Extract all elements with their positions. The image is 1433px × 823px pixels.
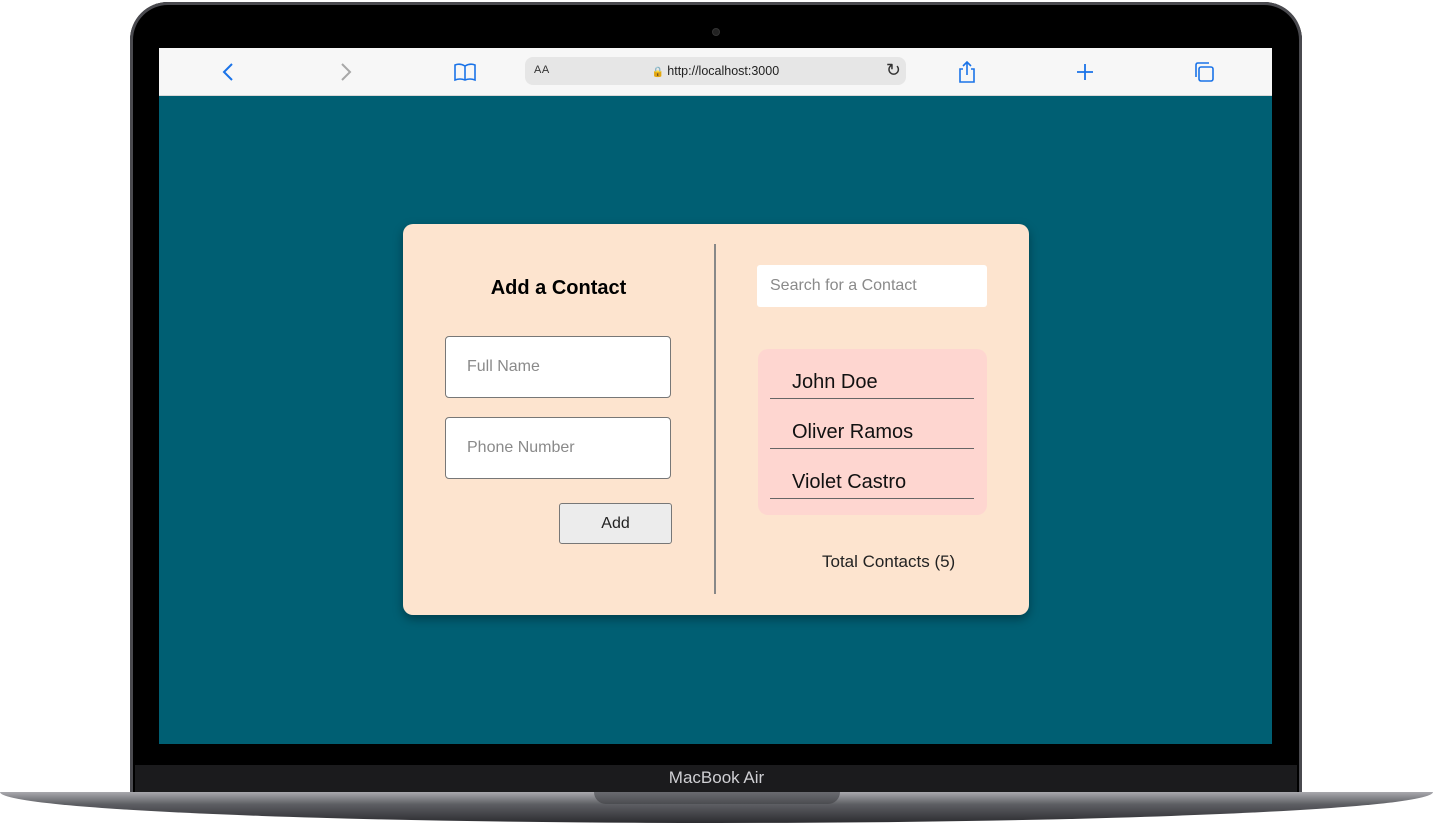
list-item[interactable]: John Doe bbox=[770, 365, 974, 399]
address-bar[interactable]: AA 🔒 http://localhost:3000 ↻ bbox=[525, 57, 906, 85]
share-icon bbox=[959, 61, 975, 83]
url-text: http://localhost:3000 bbox=[667, 64, 780, 78]
camera-icon bbox=[713, 29, 719, 35]
bookmarks-button[interactable] bbox=[452, 59, 478, 85]
full-name-input[interactable] bbox=[445, 336, 671, 398]
list-item[interactable]: Oliver Ramos bbox=[770, 415, 974, 449]
url-text-wrapper: 🔒 http://localhost:3000 bbox=[525, 64, 906, 78]
tabs-icon bbox=[1195, 62, 1214, 82]
browser-toolbar: AA 🔒 http://localhost:3000 ↻ bbox=[159, 48, 1272, 96]
contact-card: Add a Contact Add John Doe Oliver Ramos … bbox=[403, 224, 1029, 615]
search-input[interactable] bbox=[757, 265, 987, 307]
form-title: Add a Contact bbox=[490, 277, 627, 299]
tabs-button[interactable] bbox=[1191, 59, 1217, 85]
phone-number-input[interactable] bbox=[445, 417, 671, 479]
chevron-left-icon bbox=[222, 63, 233, 81]
plus-icon bbox=[1077, 64, 1093, 80]
device-brand: MacBook Air bbox=[668, 768, 765, 787]
back-button[interactable] bbox=[215, 59, 241, 85]
reload-icon[interactable]: ↻ bbox=[886, 60, 901, 81]
list-item[interactable]: Violet Castro bbox=[770, 465, 974, 499]
book-icon bbox=[454, 63, 476, 82]
laptop-notch bbox=[594, 792, 840, 804]
new-tab-button[interactable] bbox=[1072, 59, 1098, 85]
divider bbox=[714, 244, 716, 594]
total-contacts: Total Contacts (5) bbox=[822, 552, 956, 571]
lock-icon: 🔒 bbox=[651, 67, 665, 78]
share-button[interactable] bbox=[954, 59, 980, 85]
contact-list: John Doe Oliver Ramos Violet Castro bbox=[758, 349, 987, 515]
chevron-right-icon bbox=[341, 63, 352, 81]
forward-button[interactable] bbox=[333, 59, 359, 85]
browser-window: AA 🔒 http://localhost:3000 ↻ Add a Contac… bbox=[159, 48, 1272, 744]
add-button[interactable]: Add bbox=[559, 503, 672, 544]
